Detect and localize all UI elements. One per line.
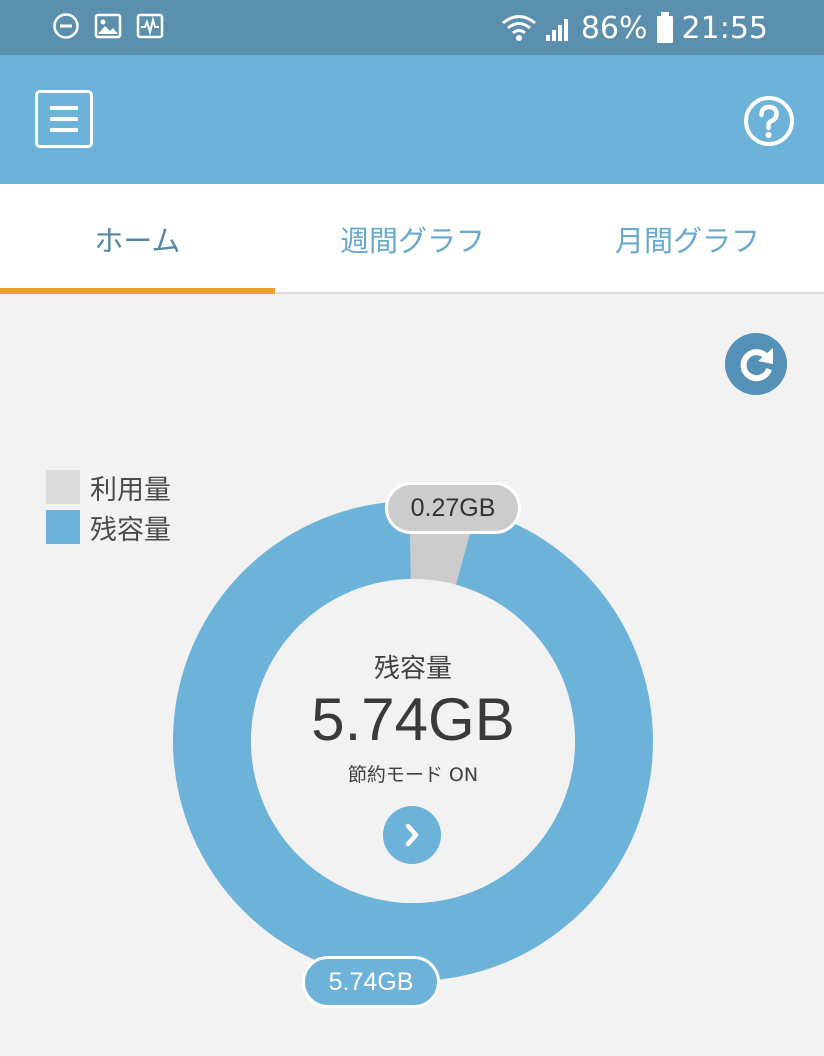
menu-button[interactable] bbox=[35, 90, 93, 148]
tab-weekly-graph[interactable]: 週間グラフ bbox=[275, 184, 550, 294]
used-value-label: 0.27GB bbox=[385, 482, 521, 534]
status-icons-right: 86% 21:55 bbox=[501, 8, 768, 48]
menu-icon bbox=[50, 106, 78, 110]
status-icons-left bbox=[52, 12, 164, 40]
image-icon bbox=[94, 13, 122, 39]
detail-button[interactable] bbox=[383, 806, 441, 864]
legend-label-remaining: 残容量 bbox=[90, 514, 171, 546]
clock: 21:55 bbox=[681, 10, 768, 46]
tab-bar: ホーム 週間グラフ 月間グラフ bbox=[0, 184, 824, 294]
chart-legend: 利用量 残容量 bbox=[46, 467, 171, 547]
menu-icon-bar bbox=[50, 117, 78, 121]
do-not-disturb-icon bbox=[53, 13, 79, 39]
signal-icon bbox=[545, 19, 568, 41]
help-icon[interactable] bbox=[743, 95, 795, 147]
menu-icon-bar bbox=[50, 128, 78, 132]
refresh-button[interactable] bbox=[725, 333, 787, 395]
battery-icon bbox=[656, 12, 673, 43]
app-bar bbox=[0, 55, 824, 184]
remaining-value: 5.74GB bbox=[311, 686, 515, 753]
legend-item-used: 利用量 bbox=[46, 467, 171, 507]
tab-indicator bbox=[0, 288, 275, 294]
remaining-value-label: 5.74GB bbox=[302, 956, 440, 1008]
tab-home[interactable]: ホーム bbox=[0, 184, 275, 294]
legend-label-used: 利用量 bbox=[90, 474, 171, 506]
activity-icon bbox=[136, 13, 164, 39]
status-bar: 86% 21:55 bbox=[0, 0, 824, 55]
legend-item-remaining: 残容量 bbox=[46, 507, 171, 547]
wifi-icon bbox=[501, 15, 536, 41]
legend-swatch-remaining bbox=[46, 510, 80, 544]
remaining-title: 残容量 bbox=[373, 654, 452, 684]
battery-percent: 86% bbox=[580, 10, 648, 46]
saving-mode-status: 節約モード ON bbox=[347, 764, 479, 786]
legend-swatch-used bbox=[46, 470, 80, 504]
tab-monthly-graph[interactable]: 月間グラフ bbox=[550, 184, 824, 294]
